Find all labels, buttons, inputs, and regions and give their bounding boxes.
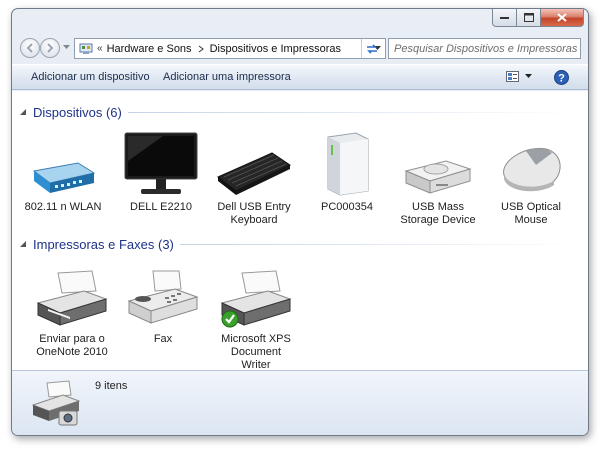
refresh-icon xyxy=(366,43,377,54)
mouse-icon xyxy=(503,147,561,192)
navigation-bar: « Hardware e Sons Dispositivos e Impress… xyxy=(12,35,588,61)
breadcrumb-devices-and-printers[interactable]: Dispositivos e Impressoras xyxy=(210,43,341,55)
device-label: DELL E2210 xyxy=(130,201,192,213)
group-header-printers[interactable]: Impressoras e Faxes (3) xyxy=(20,237,580,252)
drive-icon xyxy=(404,160,472,194)
svg-text:?: ? xyxy=(558,72,565,84)
add-printer-button[interactable]: Adicionar uma impressora xyxy=(163,71,291,83)
device-label: USB Optical Mouse xyxy=(501,201,561,226)
details-pane: 9 itens xyxy=(12,370,588,435)
router-icon xyxy=(32,162,96,193)
refresh-button[interactable] xyxy=(361,39,381,58)
content-pane: Dispositivos (6) 802.11 n WLAN DELL E221… xyxy=(12,91,588,372)
keyboard-icon xyxy=(217,152,292,195)
device-tile[interactable]: Dell USB Entry Keyboard xyxy=(214,131,294,227)
monitor-icon xyxy=(124,132,198,194)
back-button[interactable] xyxy=(20,38,40,58)
printer-label: Microsoft XPS Document Writer xyxy=(221,333,291,371)
printer-default-icon xyxy=(220,270,292,328)
devices-and-printers-icon xyxy=(31,380,81,426)
breadcrumb-overflow[interactable]: « xyxy=(97,43,103,54)
chevron-down-icon xyxy=(525,74,532,78)
control-panel-icon xyxy=(79,43,93,54)
close-button[interactable] xyxy=(541,9,584,27)
device-tile[interactable]: 802.11 n WLAN xyxy=(23,131,103,214)
printer-label: Enviar para o OneNote 2010 xyxy=(36,333,108,358)
command-bar: Adicionar um dispositivo Adicionar uma i… xyxy=(12,64,588,90)
printer-label: Fax xyxy=(153,333,173,345)
group-divider xyxy=(127,112,580,113)
arrow-right-icon xyxy=(47,43,54,53)
printer-icon xyxy=(36,270,108,326)
forward-button[interactable] xyxy=(40,38,60,58)
device-tile[interactable]: USB Optical Mouse xyxy=(491,131,571,227)
minimize-button[interactable] xyxy=(492,9,517,27)
help-icon[interactable]: ? xyxy=(554,70,569,85)
printer-tile[interactable]: Fax xyxy=(123,263,203,346)
group-title: Impressoras e Faxes (3) xyxy=(33,237,174,252)
group-divider xyxy=(179,244,580,245)
devices-and-printers-window: « Hardware e Sons Dispositivos e Impress… xyxy=(11,8,589,436)
printer-tile[interactable]: Enviar para o OneNote 2010 xyxy=(32,263,112,359)
device-label: 802.11 n WLAN xyxy=(24,201,102,213)
close-icon xyxy=(557,13,567,22)
maximize-icon xyxy=(523,13,534,22)
address-bar[interactable]: « Hardware e Sons Dispositivos e Impress… xyxy=(74,38,386,59)
device-tile[interactable]: DELL E2210 xyxy=(121,131,201,214)
breadcrumb-separator-icon[interactable] xyxy=(195,45,207,53)
arrow-left-icon xyxy=(26,43,33,53)
printer-tile[interactable]: Microsoft XPS Document Writer xyxy=(216,263,296,372)
view-icon xyxy=(506,71,519,82)
device-label: PC000354 xyxy=(321,201,373,213)
search-input[interactable]: Pesquisar Dispositivos e Impressoras xyxy=(389,43,577,55)
group-header-devices[interactable]: Dispositivos (6) xyxy=(20,105,580,120)
minimize-icon xyxy=(500,16,509,19)
change-view-button[interactable] xyxy=(506,71,532,82)
fax-icon xyxy=(127,270,199,324)
device-tile[interactable]: USB Mass Storage Device xyxy=(398,131,478,227)
caption-buttons xyxy=(492,9,584,27)
device-label: Dell USB Entry Keyboard xyxy=(217,201,291,226)
maximize-button[interactable] xyxy=(517,9,541,27)
breadcrumb-hardware-and-sound[interactable]: Hardware e Sons xyxy=(107,43,192,55)
computer-icon xyxy=(327,132,369,196)
recent-pages-dropdown[interactable] xyxy=(63,45,70,50)
collapse-arrow-icon[interactable] xyxy=(20,109,27,116)
group-title: Dispositivos (6) xyxy=(33,105,122,120)
search-box[interactable]: Pesquisar Dispositivos e Impressoras xyxy=(388,38,581,59)
add-device-button[interactable]: Adicionar um dispositivo xyxy=(31,71,150,83)
device-label: USB Mass Storage Device xyxy=(400,201,476,226)
item-count: 9 itens xyxy=(95,380,128,392)
device-tile[interactable]: PC000354 xyxy=(307,131,387,214)
collapse-arrow-icon[interactable] xyxy=(20,241,27,248)
